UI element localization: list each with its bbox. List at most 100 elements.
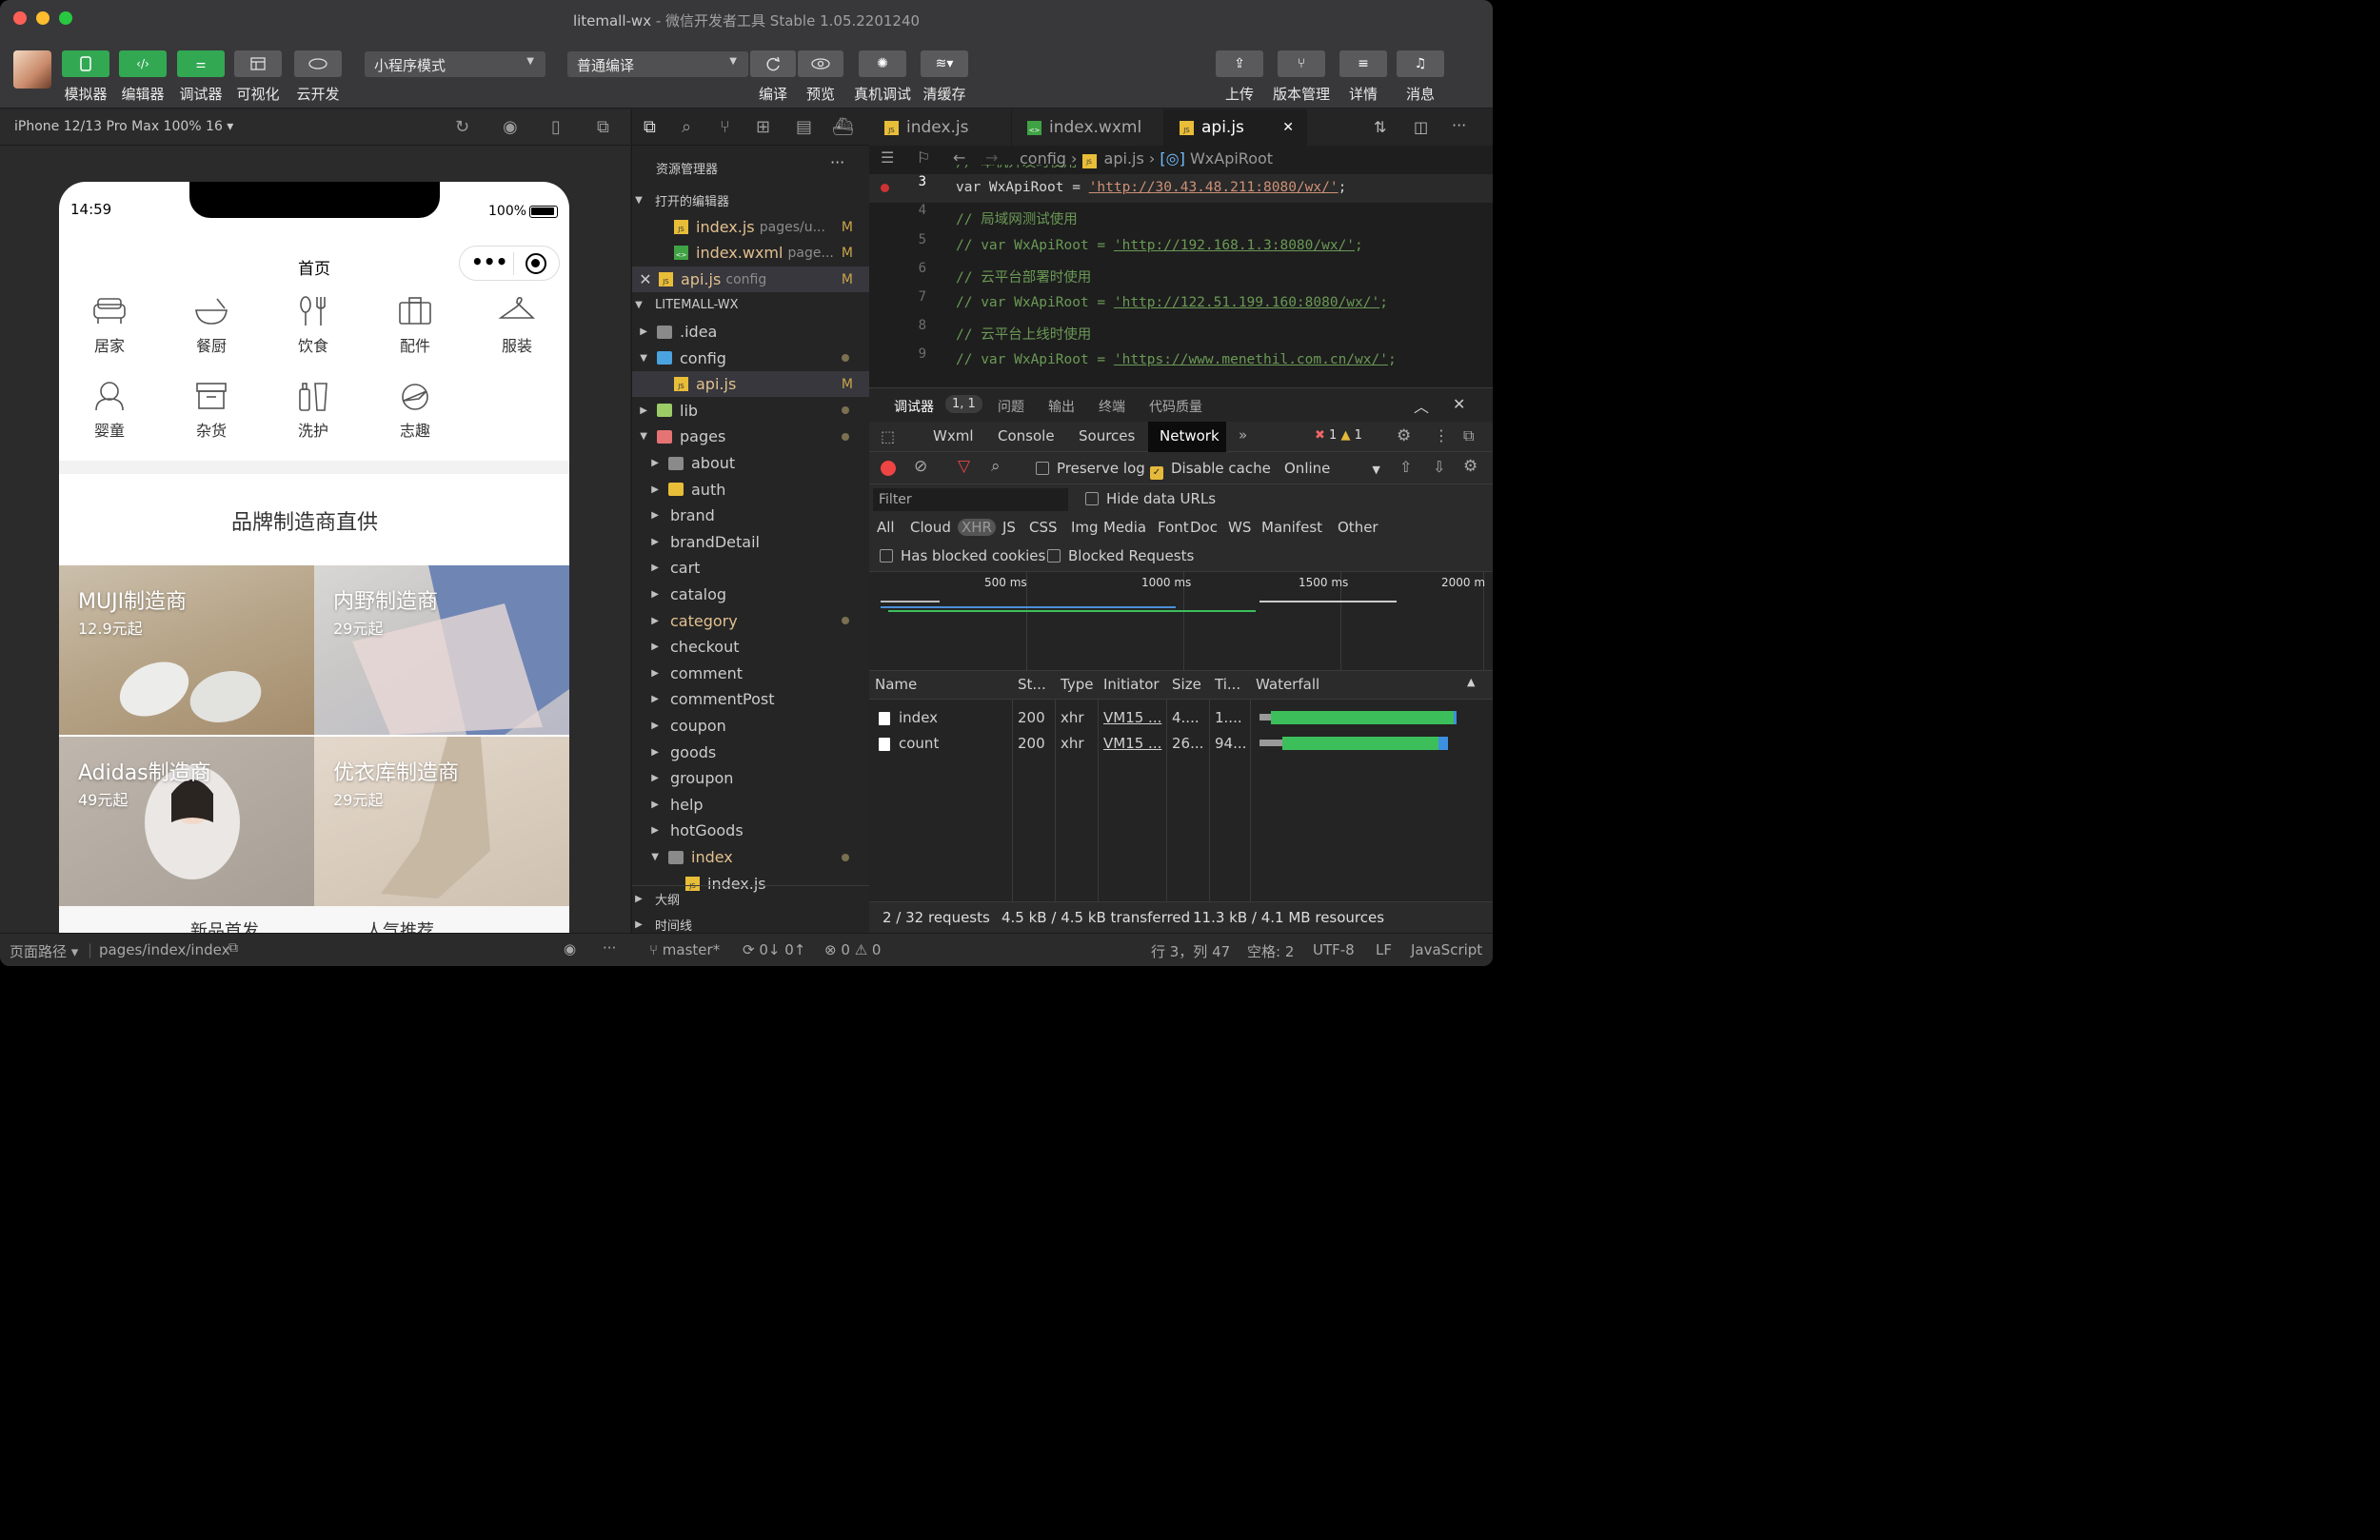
- cursor-position[interactable]: 行 3，列 47: [1151, 941, 1230, 961]
- preserve-log-checkbox[interactable]: Preserve log: [1036, 460, 1145, 477]
- cell-initiator[interactable]: VM15 ...: [1103, 735, 1161, 752]
- gear-icon[interactable]: ⚙: [1397, 426, 1411, 445]
- column-header[interactable]: Type: [1061, 676, 1093, 693]
- simulator-toggle-button[interactable]: [62, 50, 109, 77]
- tree-item[interactable]: ▼ pages: [632, 424, 870, 449]
- category-item[interactable]: 婴童: [71, 378, 148, 441]
- source-control-icon[interactable]: ⑂: [720, 117, 730, 137]
- close-miniprogram-icon[interactable]: [526, 253, 546, 274]
- tree-item[interactable]: ▶ cart: [632, 555, 870, 581]
- tree-item[interactable]: ▼ config: [632, 346, 870, 371]
- gear-icon[interactable]: ⚙: [1463, 457, 1478, 476]
- popout-icon[interactable]: ⧉: [597, 117, 609, 137]
- more-tabs-icon[interactable]: »: [1239, 426, 1247, 444]
- clear-cache-button[interactable]: ≋▾: [921, 50, 968, 77]
- outline-header[interactable]: ▶ 大纲: [632, 886, 870, 912]
- tab-sources[interactable]: Sources: [1079, 427, 1135, 444]
- clear-icon[interactable]: ⊘: [914, 457, 927, 476]
- tab-output[interactable]: 输出: [1048, 397, 1075, 416]
- tree-item[interactable]: ▼ index: [632, 844, 870, 870]
- tab-terminal[interactable]: 终端: [1099, 397, 1125, 416]
- more-actions-icon[interactable]: ···: [830, 153, 844, 171]
- brand-tile[interactable]: MUJI制造商 12.9元起: [59, 565, 314, 735]
- category-item[interactable]: 餐厨: [173, 293, 249, 356]
- tree-item[interactable]: ▶ category: [632, 608, 870, 634]
- indent-setting[interactable]: 空格: 2: [1247, 941, 1294, 961]
- category-item[interactable]: 居家: [71, 293, 148, 356]
- avatar[interactable]: [13, 50, 51, 89]
- type-filter-js[interactable]: JS: [1002, 519, 1016, 536]
- split-editor-icon[interactable]: ◫: [1414, 118, 1428, 136]
- type-filter-css[interactable]: CSS: [1029, 519, 1058, 536]
- tab-index-wxml[interactable]: <> index.wxml: [1012, 109, 1164, 146]
- category-item[interactable]: 服装: [479, 293, 555, 356]
- export-icon[interactable]: ⇩: [1433, 458, 1445, 476]
- tree-item[interactable]: ▶ about: [632, 450, 870, 476]
- more-actions-icon[interactable]: ···: [603, 939, 616, 957]
- error-count[interactable]: ✖ 1 ▲ 1: [1315, 428, 1362, 443]
- tab-api-js[interactable]: JS api.js ✕: [1164, 109, 1307, 146]
- open-editor-item-active[interactable]: ✕ JS api.js config M: [632, 267, 870, 292]
- cloud-button[interactable]: [294, 50, 342, 77]
- table-row[interactable]: count 200 xhr VM15 ... 26... 94...: [869, 731, 1493, 756]
- tab-console[interactable]: Console: [998, 427, 1055, 444]
- version-button[interactable]: ⑂: [1278, 50, 1325, 77]
- tree-item[interactable]: ▶ help: [632, 792, 870, 818]
- category-item[interactable]: 配件: [377, 293, 453, 356]
- type-filter-doc[interactable]: Doc: [1190, 519, 1218, 536]
- visual-button[interactable]: [234, 50, 282, 77]
- capsule-menu[interactable]: •••: [459, 246, 560, 281]
- category-item[interactable]: 饮食: [275, 293, 351, 356]
- category-item[interactable]: 洗护: [275, 378, 351, 441]
- blocked-requests-checkbox[interactable]: Blocked Requests: [1047, 547, 1194, 564]
- tree-item[interactable]: ▶ checkout: [632, 634, 870, 660]
- column-header[interactable]: St...: [1018, 676, 1046, 693]
- tree-item[interactable]: ▶ catalog: [632, 582, 870, 607]
- git-branch[interactable]: ⑂ master*: [649, 941, 720, 958]
- tree-item[interactable]: ▶ hotGoods: [632, 818, 870, 843]
- tab-network[interactable]: Network: [1160, 427, 1220, 444]
- tree-item[interactable]: ▶ goods: [632, 740, 870, 765]
- close-icon[interactable]: ✕: [632, 270, 659, 288]
- tab-code-quality[interactable]: 代码质量: [1149, 397, 1202, 416]
- type-filter-img[interactable]: Img: [1071, 519, 1099, 536]
- kebab-icon[interactable]: ⋮: [1434, 426, 1449, 444]
- search-icon[interactable]: ⌕: [682, 117, 691, 137]
- import-icon[interactable]: ⇧: [1399, 458, 1412, 476]
- encoding[interactable]: UTF-8: [1313, 941, 1355, 958]
- rotate-icon[interactable]: ↻: [455, 117, 469, 137]
- close-icon[interactable]: ✕: [1453, 395, 1465, 413]
- files-icon[interactable]: ⧉: [644, 117, 656, 137]
- preview-button[interactable]: [798, 50, 843, 77]
- tab-problems[interactable]: 问题: [998, 397, 1024, 416]
- page-path-select[interactable]: 页面路径 ▾: [10, 941, 78, 961]
- tab-index-js[interactable]: JS index.js: [869, 109, 1012, 146]
- network-overview[interactable]: 500 ms 1000 ms 1500 ms 2000 m: [869, 572, 1493, 671]
- category-item[interactable]: 杂货: [173, 378, 249, 441]
- type-filter-other[interactable]: Other: [1338, 519, 1378, 536]
- language-mode[interactable]: JavaScript: [1411, 941, 1482, 958]
- messages-button[interactable]: ♫: [1397, 50, 1444, 77]
- brand-tile[interactable]: 优衣库制造商 29元起: [314, 737, 569, 906]
- remote-debug-button[interactable]: ✺: [859, 50, 906, 77]
- type-filter-cloud[interactable]: Cloud: [910, 519, 951, 536]
- code-line[interactable]: 3 var WxApiRoot = 'http://30.43.48.211:80…: [869, 174, 1493, 204]
- tree-item[interactable]: ▶ auth: [632, 477, 870, 503]
- details-button[interactable]: ≡: [1339, 50, 1387, 77]
- column-header[interactable]: Name: [875, 676, 917, 693]
- column-header[interactable]: Initiator: [1103, 676, 1160, 693]
- filter-input[interactable]: Filter: [873, 488, 1068, 511]
- tree-item[interactable]: ▶ brandDetail: [632, 529, 870, 555]
- inspect-icon[interactable]: ⬚: [881, 427, 895, 445]
- upload-button[interactable]: ⇪: [1216, 50, 1263, 77]
- code-line[interactable]: 7// var WxApiRoot = 'http://122.51.199.1…: [869, 289, 1493, 318]
- hide-data-urls-checkbox[interactable]: Hide data URLs: [1085, 490, 1216, 507]
- category-item[interactable]: 志趣: [377, 378, 453, 441]
- filter-icon[interactable]: ▽: [958, 457, 970, 476]
- code-line[interactable]: 8// 云平台上线时使用: [869, 318, 1493, 346]
- type-filter-manifest[interactable]: Manifest: [1261, 519, 1322, 536]
- record-icon[interactable]: [881, 461, 896, 476]
- tree-item[interactable]: ▶ coupon: [632, 713, 870, 739]
- blocked-cookies-checkbox[interactable]: Has blocked cookies: [880, 547, 1045, 564]
- tree-item[interactable]: JS api.js M: [632, 371, 870, 398]
